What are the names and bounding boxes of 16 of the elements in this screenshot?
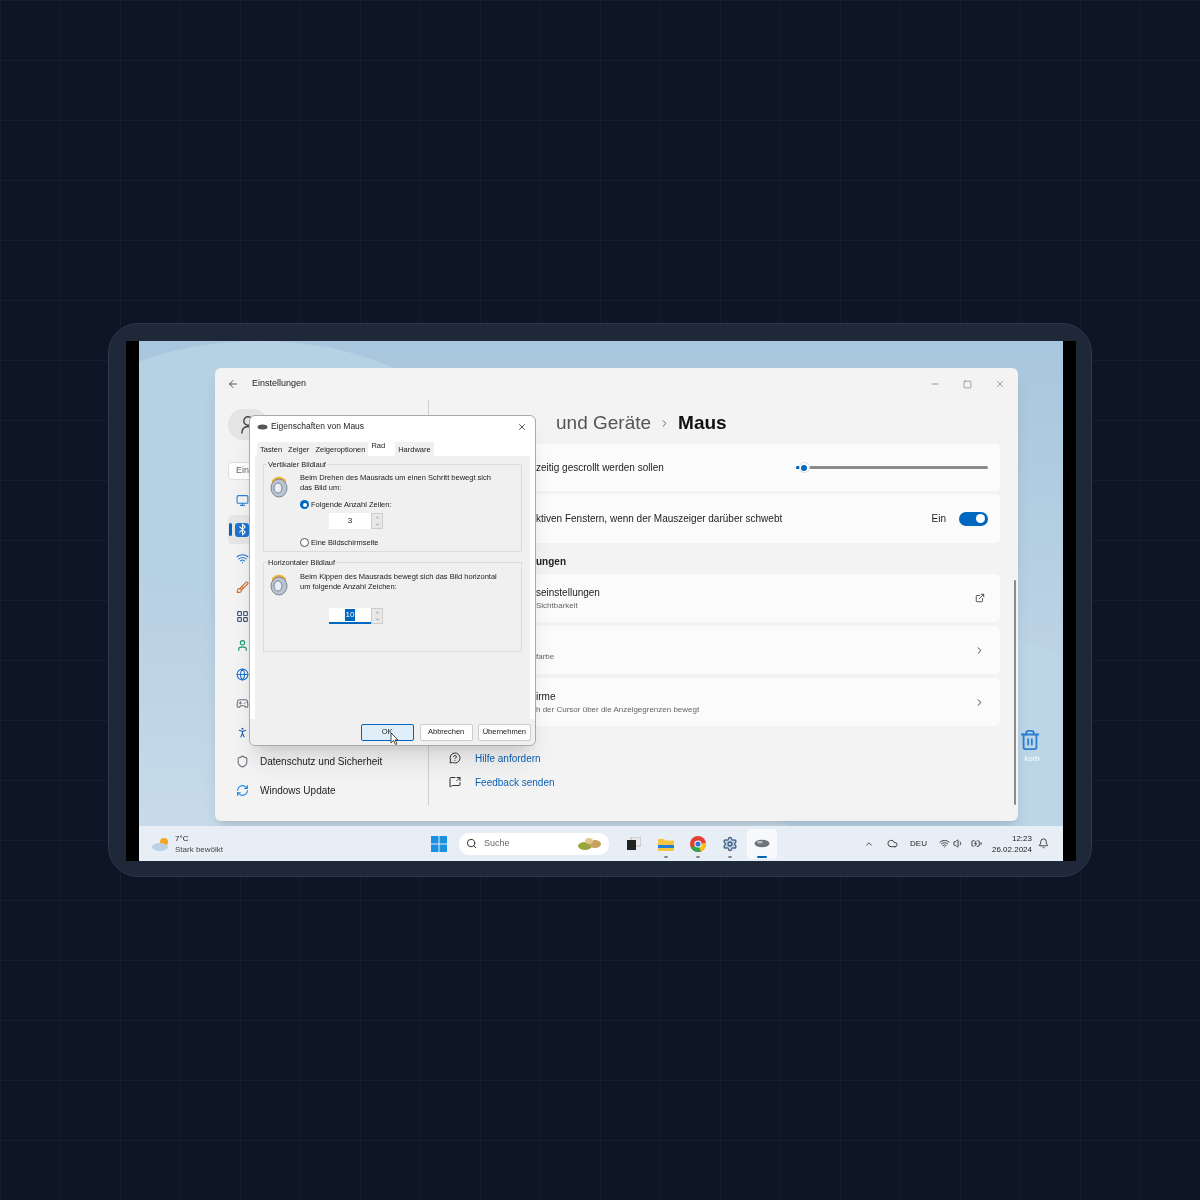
dialog-title: Eigenschaften von Maus (271, 420, 365, 433)
temperature: 7°C (175, 832, 190, 844)
window-title: Einstellungen (252, 377, 307, 391)
card-subtitle: Sichtbarkeit (536, 599, 579, 612)
setting-label: ktiven Fenstern, wenn der Mauszeiger darüber schwebt (536, 512, 783, 526)
card-subtitle: farbe (536, 651, 555, 663)
field-value: 10 (344, 609, 356, 621)
field-value: 3 (347, 515, 353, 528)
weather-text: Stark bewölkt (175, 843, 224, 855)
setting-label: zeitig gescrollt werden sollen (536, 461, 664, 475)
card-subtitle: h der Cursor über die Anzeigegrenzen bewegt (536, 703, 700, 716)
page-title: Maus (678, 410, 727, 435)
section-heading: ungen (536, 555, 566, 569)
toggle-state: Ein (931, 512, 946, 526)
card-title: irme (536, 689, 557, 704)
card-title: seinstellungen (536, 585, 600, 600)
